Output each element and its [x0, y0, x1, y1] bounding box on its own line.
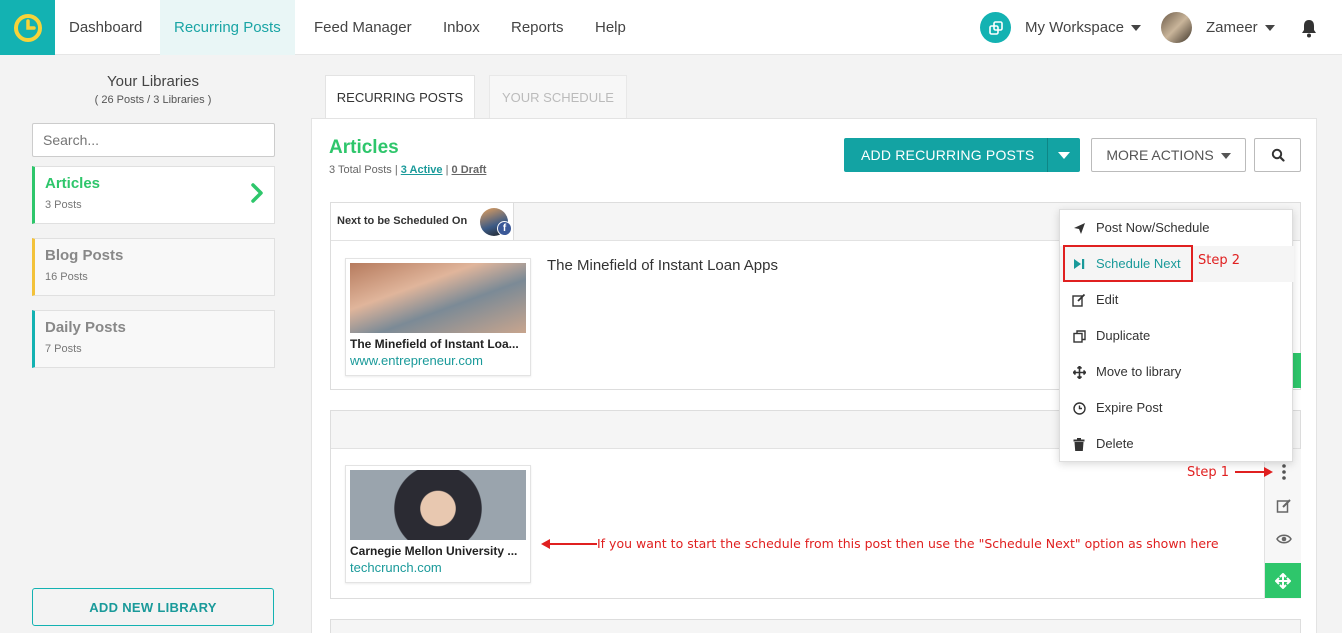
- search-button[interactable]: [1254, 138, 1301, 172]
- nav-dashboard[interactable]: Dashboard: [55, 0, 156, 55]
- more-actions-button[interactable]: MORE ACTIONS: [1091, 138, 1246, 172]
- library-name: Blog Posts: [45, 247, 124, 264]
- annotation-step2: Step 2: [1198, 253, 1241, 268]
- edit-icon: [1072, 293, 1086, 307]
- link-preview[interactable]: Carnegie Mellon University ... techcrunc…: [345, 465, 531, 583]
- facebook-icon: f: [497, 221, 512, 236]
- move-arrows-icon: [1275, 572, 1291, 589]
- app-logo[interactable]: [0, 0, 55, 55]
- top-navbar: Dashboard Recurring Posts Feed Manager I…: [0, 0, 1342, 55]
- add-new-library-button[interactable]: ADD NEW LIBRARY: [32, 588, 274, 626]
- preview-title: Carnegie Mellon University ...: [350, 544, 518, 558]
- tab-your-schedule[interactable]: YOUR SCHEDULE: [489, 75, 627, 119]
- post-card: [330, 619, 1301, 633]
- annotation-arrow: [1235, 467, 1273, 477]
- eye-icon[interactable]: [1265, 527, 1302, 551]
- library-item-blog-posts[interactable]: Blog Posts 16 Posts: [32, 238, 275, 296]
- move-arrows-icon: [1072, 365, 1086, 379]
- library-item-daily-posts[interactable]: Daily Posts 7 Posts: [32, 310, 275, 368]
- menu-expire-post[interactable]: Expire Post: [1060, 390, 1294, 426]
- annotation-note: If you want to start the schedule from t…: [597, 536, 1219, 551]
- workspace-icon[interactable]: [980, 12, 1011, 43]
- add-options-dropdown[interactable]: [1047, 138, 1080, 172]
- chevron-right-icon: [251, 183, 263, 203]
- library-count: 3 Posts: [45, 199, 82, 211]
- menu-duplicate[interactable]: Duplicate: [1060, 318, 1294, 354]
- preview-url[interactable]: techcrunch.com: [350, 560, 442, 575]
- annotation-step1: Step 1: [1187, 465, 1230, 480]
- tab-recurring-posts[interactable]: RECURRING POSTS: [325, 75, 475, 119]
- avatar[interactable]: [1161, 12, 1192, 43]
- library-count: 7 Posts: [45, 343, 82, 355]
- chevron-down-icon: [1220, 153, 1231, 160]
- library-item-articles[interactable]: Articles 3 Posts: [32, 166, 275, 224]
- library-name: Daily Posts: [45, 319, 126, 336]
- library-count: 16 Posts: [45, 271, 88, 283]
- clock-icon: [1072, 401, 1086, 415]
- annotation-arrow: [541, 539, 597, 549]
- chevron-down-icon: [1058, 151, 1070, 159]
- preview-title: The Minefield of Instant Loa...: [350, 337, 519, 351]
- paper-plane-icon: [1072, 221, 1086, 235]
- trash-icon: [1072, 437, 1086, 451]
- menu-edit[interactable]: Edit: [1060, 282, 1294, 318]
- menu-post-now[interactable]: Post Now/Schedule: [1060, 210, 1294, 246]
- workspace-selector[interactable]: My Workspace: [1025, 0, 1141, 55]
- libraries-summary: ( 26 Posts / 3 Libraries ): [94, 94, 212, 106]
- link-preview[interactable]: The Minefield of Instant Loa... www.entr…: [345, 258, 531, 376]
- draft-filter-link[interactable]: 0 Draft: [452, 164, 487, 176]
- move-button[interactable]: [1265, 563, 1301, 598]
- preview-url[interactable]: www.entrepreneur.com: [350, 353, 483, 368]
- nav-inbox[interactable]: Inbox: [429, 0, 494, 55]
- menu-move-to-library[interactable]: Move to library: [1060, 354, 1294, 390]
- copy-icon: [1072, 329, 1086, 343]
- nav-help[interactable]: Help: [581, 0, 640, 55]
- switch-icon: [988, 20, 1003, 35]
- post-text: The Minefield of Instant Loan Apps: [547, 257, 778, 274]
- edit-icon[interactable]: [1265, 494, 1302, 518]
- bell-icon[interactable]: [1300, 18, 1318, 43]
- active-filter-link[interactable]: 3 Active: [401, 164, 443, 176]
- add-recurring-posts-button[interactable]: ADD RECURRING POSTS: [844, 138, 1080, 172]
- nav-reports[interactable]: Reports: [497, 0, 578, 55]
- library-search-input[interactable]: [32, 123, 275, 157]
- nav-recurring-posts[interactable]: Recurring Posts: [160, 0, 295, 55]
- chevron-down-icon: [1130, 25, 1141, 32]
- user-menu[interactable]: Zameer: [1206, 0, 1275, 55]
- menu-delete[interactable]: Delete: [1060, 426, 1294, 462]
- highlight-box: [1063, 245, 1193, 282]
- clock-logo-icon: [13, 13, 42, 42]
- chevron-down-icon: [1264, 25, 1275, 32]
- nav-feed-manager[interactable]: Feed Manager: [300, 0, 426, 55]
- library-stats: 3 Total Posts | 3 Active | 0 Draft: [329, 164, 487, 176]
- libraries-title: Your Libraries: [107, 73, 199, 90]
- preview-image: [350, 263, 526, 333]
- library-name: Articles: [45, 175, 101, 192]
- library-title: Articles: [329, 137, 399, 158]
- search-icon: [1271, 148, 1285, 162]
- preview-image: [350, 470, 526, 540]
